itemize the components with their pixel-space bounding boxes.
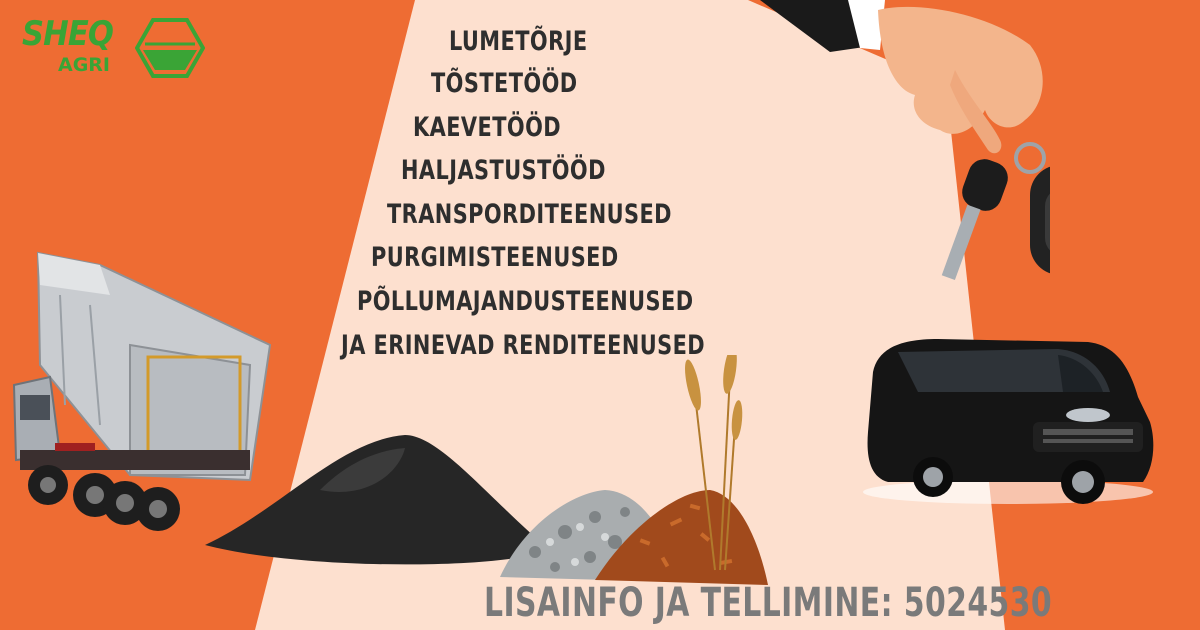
- brand-logo: SHEQ AGRI: [20, 14, 205, 86]
- contact-info: LISAINFO JA TELLIMINE: 5024530: [484, 580, 1053, 626]
- ad-banner: SHEQ AGRI LUMETÕRJE TÕSTETÖÖD KAEVETÖÖD …: [0, 0, 1200, 630]
- logo-sub-text: AGRI: [58, 54, 110, 76]
- service-rentals: JA ERINEVAD RENDITEENUSED: [341, 330, 706, 361]
- service-snow-removal: LUMETÕRJE: [449, 26, 588, 57]
- hexagon-logo-icon: [135, 18, 205, 78]
- black-van-image: [863, 339, 1154, 504]
- logo-main-text: SHEQ: [22, 14, 114, 54]
- service-agriculture: PÕLLUMAJANDUSTEENUSED: [357, 286, 694, 317]
- hand-with-car-keys-image: [760, 0, 1050, 280]
- service-lifting-works: TÕSTETÖÖD: [431, 68, 578, 99]
- wheat-image: [685, 355, 743, 571]
- service-landscaping: HALJASTUSTÖÖD: [401, 155, 606, 186]
- service-sewage-pumping: PURGIMISTEENUSED: [371, 242, 619, 273]
- service-transport: TRANSPORDITEENUSED: [387, 199, 672, 230]
- service-excavation: KAEVETÖÖD: [413, 112, 562, 143]
